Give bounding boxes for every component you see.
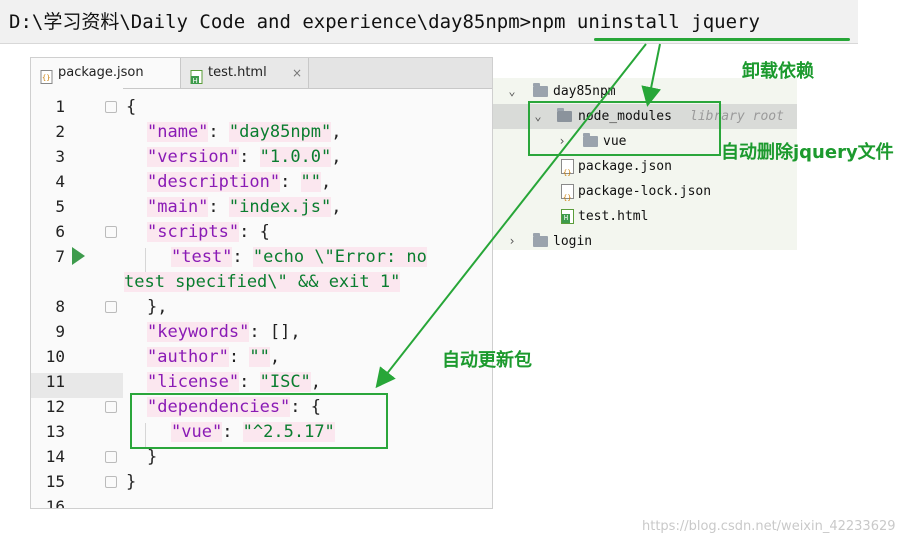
arrow-to-node-modules (641, 43, 661, 107)
arrow-to-dependencies (375, 43, 647, 389)
watermark: https://blog.csdn.net/weixin_42233629 (642, 519, 896, 534)
annotation-arrows (375, 43, 661, 389)
